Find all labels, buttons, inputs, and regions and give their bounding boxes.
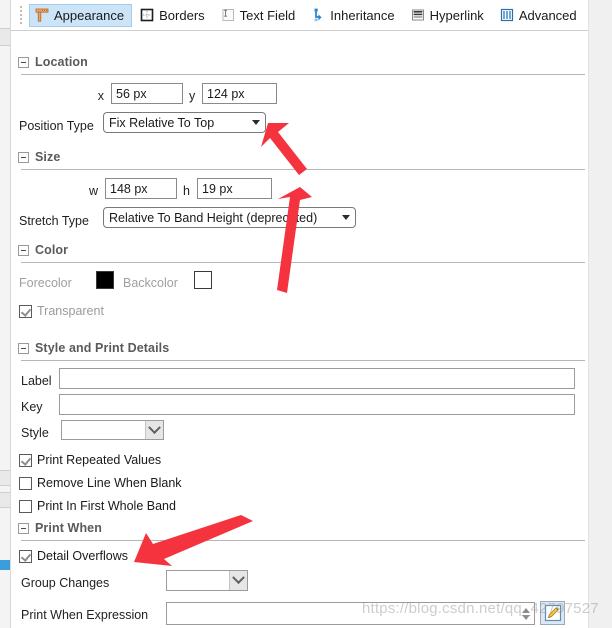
label-field-label: Label — [21, 374, 52, 388]
group-changes-select-button[interactable] — [229, 571, 247, 590]
rail-segment[interactable] — [0, 492, 10, 508]
tab-appearance-label: Appearance — [54, 7, 125, 23]
remove-line-when-blank-checkbox[interactable] — [19, 477, 32, 490]
section-rule-size — [21, 169, 585, 170]
collapse-minus-icon[interactable] — [18, 522, 29, 534]
print-when-expression-label: Print When Expression — [21, 608, 149, 622]
stretch-type-label: Stretch Type — [19, 214, 89, 228]
tab-borders-label: Borders — [159, 7, 205, 23]
backcolor-swatch[interactable] — [194, 271, 212, 289]
group-changes-select[interactable] — [166, 570, 248, 591]
tab-hyperlink[interactable]: Hyperlink — [405, 4, 492, 27]
advanced-icon — [500, 8, 513, 22]
key-field-label: Key — [21, 400, 43, 414]
section-header-style-print-details[interactable]: Style and Print Details — [18, 341, 169, 355]
section-title-location: Location — [35, 55, 88, 69]
style-value — [62, 421, 145, 439]
collapse-minus-icon[interactable] — [18, 56, 29, 68]
section-rule-print-when — [21, 540, 585, 541]
collapse-minus-icon[interactable] — [18, 342, 29, 354]
remove-line-when-blank-label: Remove Line When Blank — [37, 476, 182, 491]
section-title-style-print-details: Style and Print Details — [35, 341, 170, 355]
inheritance-icon — [314, 8, 322, 22]
section-rule-style-print-details — [21, 360, 585, 361]
properties-content: Location x 56 px y 124 px Position Type … — [11, 31, 588, 628]
properties-panel: Appearance Borders Text Field Inheritanc… — [0, 0, 612, 628]
collapse-minus-icon[interactable] — [18, 151, 29, 163]
chevron-down-icon — [342, 215, 350, 220]
transparent-label: Transparent — [37, 304, 104, 319]
section-rule-color — [21, 262, 585, 263]
group-changes-value — [167, 571, 229, 590]
stretch-type-select[interactable]: Relative To Band Height (deprecated) — [103, 207, 356, 228]
style-select[interactable] — [61, 420, 164, 440]
backcolor-label: Backcolor — [123, 276, 178, 290]
x-input[interactable]: 56 px — [111, 83, 183, 104]
detail-overflows-row[interactable]: Detail Overflows — [19, 550, 128, 563]
style-select-button[interactable] — [145, 420, 163, 439]
tab-inheritance-label: Inheritance — [330, 7, 395, 23]
remove-line-when-blank-row[interactable]: Remove Line When Blank — [19, 477, 182, 490]
chevron-down-icon — [252, 120, 260, 125]
tab-inheritance[interactable]: Inheritance — [305, 4, 402, 27]
print-repeated-values-checkbox[interactable] — [19, 454, 32, 467]
tab-advanced[interactable]: Advanced — [494, 4, 585, 27]
toolbar-drag-handle[interactable] — [17, 4, 24, 26]
forecolor-label: Forecolor — [19, 276, 72, 290]
tab-text-field-label: Text Field — [239, 7, 296, 23]
tab-text-field[interactable]: Text Field — [215, 4, 304, 27]
collapse-minus-icon[interactable] — [18, 244, 29, 256]
w-label: w — [88, 184, 98, 198]
h-label: h — [183, 184, 190, 198]
label-input[interactable] — [59, 368, 575, 389]
print-in-first-whole-band-checkbox[interactable] — [19, 500, 32, 513]
rail-segment[interactable] — [0, 470, 10, 486]
borders-icon — [140, 8, 154, 22]
group-changes-label: Group Changes — [21, 576, 110, 590]
position-type-label: Position Type — [19, 119, 94, 133]
section-title-print-when: Print When — [35, 521, 102, 535]
y-label: y — [189, 89, 196, 103]
appearance-icon — [35, 8, 49, 22]
tab-appearance[interactable]: Appearance — [29, 3, 133, 27]
print-repeated-values-row[interactable]: Print Repeated Values — [19, 454, 161, 467]
section-header-location[interactable]: Location — [18, 55, 88, 69]
chevron-down-icon — [232, 571, 245, 585]
text-field-icon — [222, 9, 234, 21]
transparent-checkbox-row[interactable]: Transparent — [19, 305, 104, 318]
section-title-color: Color — [35, 243, 69, 257]
forecolor-swatch[interactable] — [96, 271, 114, 289]
height-input[interactable]: 19 px — [197, 178, 272, 199]
left-rail — [0, 0, 11, 628]
section-title-size: Size — [35, 150, 61, 164]
style-field-label: Style — [21, 426, 49, 440]
position-type-value: Fix Relative To Top — [109, 115, 215, 130]
section-header-color[interactable]: Color — [18, 243, 68, 257]
chevron-down-icon — [148, 420, 161, 434]
detail-overflows-checkbox[interactable] — [19, 550, 32, 563]
tab-hyperlink-label: Hyperlink — [429, 7, 484, 23]
section-header-size[interactable]: Size — [18, 150, 60, 164]
section-header-print-when[interactable]: Print When — [18, 521, 102, 535]
print-in-first-whole-band-row[interactable]: Print In First Whole Band — [19, 500, 176, 513]
print-repeated-values-label: Print Repeated Values — [37, 453, 162, 468]
tab-toolbar: Appearance Borders Text Field Inheritanc… — [11, 0, 588, 31]
print-in-first-whole-band-label: Print In First Whole Band — [37, 499, 176, 514]
right-side-panel — [588, 0, 612, 628]
tab-borders[interactable]: Borders — [134, 4, 213, 27]
section-rule-location — [21, 74, 585, 75]
stretch-type-value: Relative To Band Height (deprecated) — [109, 210, 318, 225]
width-input[interactable]: 148 px — [105, 178, 177, 199]
detail-overflows-label: Detail Overflows — [37, 549, 128, 564]
x-label: x — [97, 89, 104, 103]
position-type-select[interactable]: Fix Relative To Top — [103, 112, 266, 133]
key-input[interactable] — [59, 394, 575, 415]
watermark-text: https://blog.csdn.net/qq_42797527 — [362, 600, 599, 617]
y-input[interactable]: 124 px — [202, 83, 277, 104]
tab-advanced-label: Advanced — [518, 7, 577, 23]
transparent-checkbox[interactable] — [19, 305, 32, 318]
rail-segment[interactable] — [0, 28, 10, 46]
rail-accent-marker — [0, 560, 10, 570]
hyperlink-icon — [411, 9, 424, 21]
